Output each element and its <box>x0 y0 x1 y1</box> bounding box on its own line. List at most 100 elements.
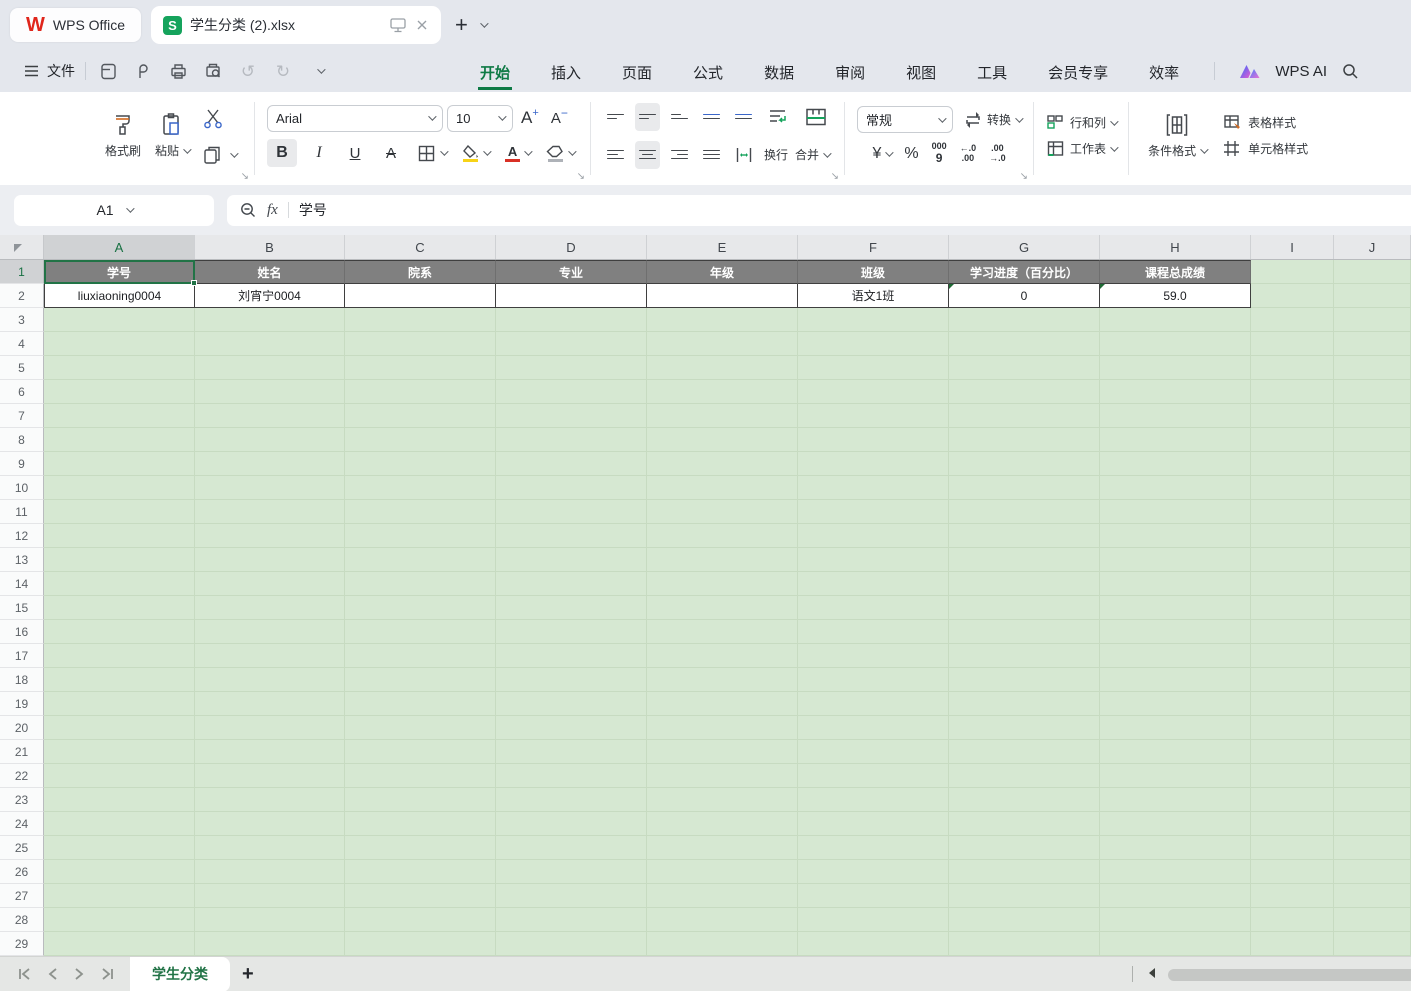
cell-E6[interactable] <box>647 380 798 404</box>
cell-E22[interactable] <box>647 764 798 788</box>
row-header-28[interactable]: 28 <box>0 908 44 932</box>
increase-font-button[interactable]: A + <box>517 104 543 132</box>
cell-I26[interactable] <box>1251 860 1334 884</box>
column-header-F[interactable]: F <box>798 235 949 259</box>
save-icon[interactable] <box>96 59 120 83</box>
horizontal-scrollbar[interactable] <box>1168 969 1411 981</box>
cell-G19[interactable] <box>949 692 1100 716</box>
menu-tab-9[interactable]: 效率 <box>1147 53 1181 90</box>
select-all-corner[interactable] <box>0 235 44 259</box>
cell-G8[interactable] <box>949 428 1100 452</box>
cell-D23[interactable] <box>496 788 647 812</box>
column-header-J[interactable]: J <box>1334 235 1411 259</box>
cell-A12[interactable] <box>44 524 195 548</box>
cell-C20[interactable] <box>345 716 496 740</box>
cell-A25[interactable] <box>44 836 195 860</box>
cell-E9[interactable] <box>647 452 798 476</box>
cell-C16[interactable] <box>345 620 496 644</box>
cell-G5[interactable] <box>949 356 1100 380</box>
cell-I3[interactable] <box>1251 308 1334 332</box>
number-format-select[interactable]: 常规 <box>857 106 953 133</box>
cell-B14[interactable] <box>195 572 345 596</box>
cell-C26[interactable] <box>345 860 496 884</box>
cell-B3[interactable] <box>195 308 345 332</box>
cell-H2[interactable]: 59.0 <box>1100 284 1251 308</box>
export-pdf-icon[interactable] <box>131 59 155 83</box>
cell-I20[interactable] <box>1251 716 1334 740</box>
cell-C6[interactable] <box>345 380 496 404</box>
row-header-27[interactable]: 27 <box>0 884 44 908</box>
cell-F19[interactable] <box>798 692 949 716</box>
cell-F27[interactable] <box>798 884 949 908</box>
wrap-text-icon[interactable] <box>763 103 793 131</box>
formula-input[interactable]: fx 学号 <box>227 195 1411 226</box>
cell-E24[interactable] <box>647 812 798 836</box>
text-orientation-icon[interactable] <box>731 141 757 169</box>
cell-H5[interactable] <box>1100 356 1251 380</box>
cell-F11[interactable] <box>798 500 949 524</box>
cell-G10[interactable] <box>949 476 1100 500</box>
cell-I4[interactable] <box>1251 332 1334 356</box>
cell-B18[interactable] <box>195 668 345 692</box>
cell-F9[interactable] <box>798 452 949 476</box>
cell-C14[interactable] <box>345 572 496 596</box>
cell-I25[interactable] <box>1251 836 1334 860</box>
cell-C25[interactable] <box>345 836 496 860</box>
cell-H25[interactable] <box>1100 836 1251 860</box>
cell-A10[interactable] <box>44 476 195 500</box>
cell-B15[interactable] <box>195 596 345 620</box>
cell-I8[interactable] <box>1251 428 1334 452</box>
menu-tab-6[interactable]: 视图 <box>904 53 938 90</box>
cell-C2[interactable] <box>345 284 496 308</box>
cell-B9[interactable] <box>195 452 345 476</box>
row-header-14[interactable]: 14 <box>0 572 44 596</box>
cell-C17[interactable] <box>345 644 496 668</box>
cell-E21[interactable] <box>647 740 798 764</box>
cell-F7[interactable] <box>798 404 949 428</box>
cell-J13[interactable] <box>1334 548 1411 572</box>
row-header-16[interactable]: 16 <box>0 620 44 644</box>
cell-J11[interactable] <box>1334 500 1411 524</box>
cell-E12[interactable] <box>647 524 798 548</box>
cell-F22[interactable] <box>798 764 949 788</box>
cell-B12[interactable] <box>195 524 345 548</box>
cell-G3[interactable] <box>949 308 1100 332</box>
cell-E16[interactable] <box>647 620 798 644</box>
cell-E7[interactable] <box>647 404 798 428</box>
insert-function-icon[interactable]: fx <box>267 202 278 219</box>
column-header-G[interactable]: G <box>949 235 1100 259</box>
cell-A8[interactable] <box>44 428 195 452</box>
cell-G15[interactable] <box>949 596 1100 620</box>
cell-E17[interactable] <box>647 644 798 668</box>
cell-B7[interactable] <box>195 404 345 428</box>
cell-B23[interactable] <box>195 788 345 812</box>
cell-G16[interactable] <box>949 620 1100 644</box>
font-color-button[interactable]: A <box>501 139 534 167</box>
cell-H23[interactable] <box>1100 788 1251 812</box>
cut-icon[interactable] <box>202 107 236 129</box>
font-size-select[interactable]: 10 <box>447 105 513 132</box>
cell-E1[interactable]: 年级 <box>647 260 798 284</box>
cell-J27[interactable] <box>1334 884 1411 908</box>
row-header-13[interactable]: 13 <box>0 548 44 572</box>
cell-J6[interactable] <box>1334 380 1411 404</box>
cell-G20[interactable] <box>949 716 1100 740</box>
row-header-1[interactable]: 1 <box>0 260 44 284</box>
cell-C11[interactable] <box>345 500 496 524</box>
cell-E8[interactable] <box>647 428 798 452</box>
conditional-format-button[interactable]: 条件格式 <box>1141 110 1213 161</box>
cell-G22[interactable] <box>949 764 1100 788</box>
cell-A21[interactable] <box>44 740 195 764</box>
cell-I16[interactable] <box>1251 620 1334 644</box>
cell-G14[interactable] <box>949 572 1100 596</box>
cell-E3[interactable] <box>647 308 798 332</box>
row-header-23[interactable]: 23 <box>0 788 44 812</box>
cell-H12[interactable] <box>1100 524 1251 548</box>
first-sheet-icon[interactable] <box>18 968 32 980</box>
cell-C8[interactable] <box>345 428 496 452</box>
cell-J20[interactable] <box>1334 716 1411 740</box>
paste-button[interactable]: 粘贴 <box>148 110 196 161</box>
cell-E5[interactable] <box>647 356 798 380</box>
scroll-left-icon[interactable] <box>1148 968 1156 978</box>
cell-I19[interactable] <box>1251 692 1334 716</box>
